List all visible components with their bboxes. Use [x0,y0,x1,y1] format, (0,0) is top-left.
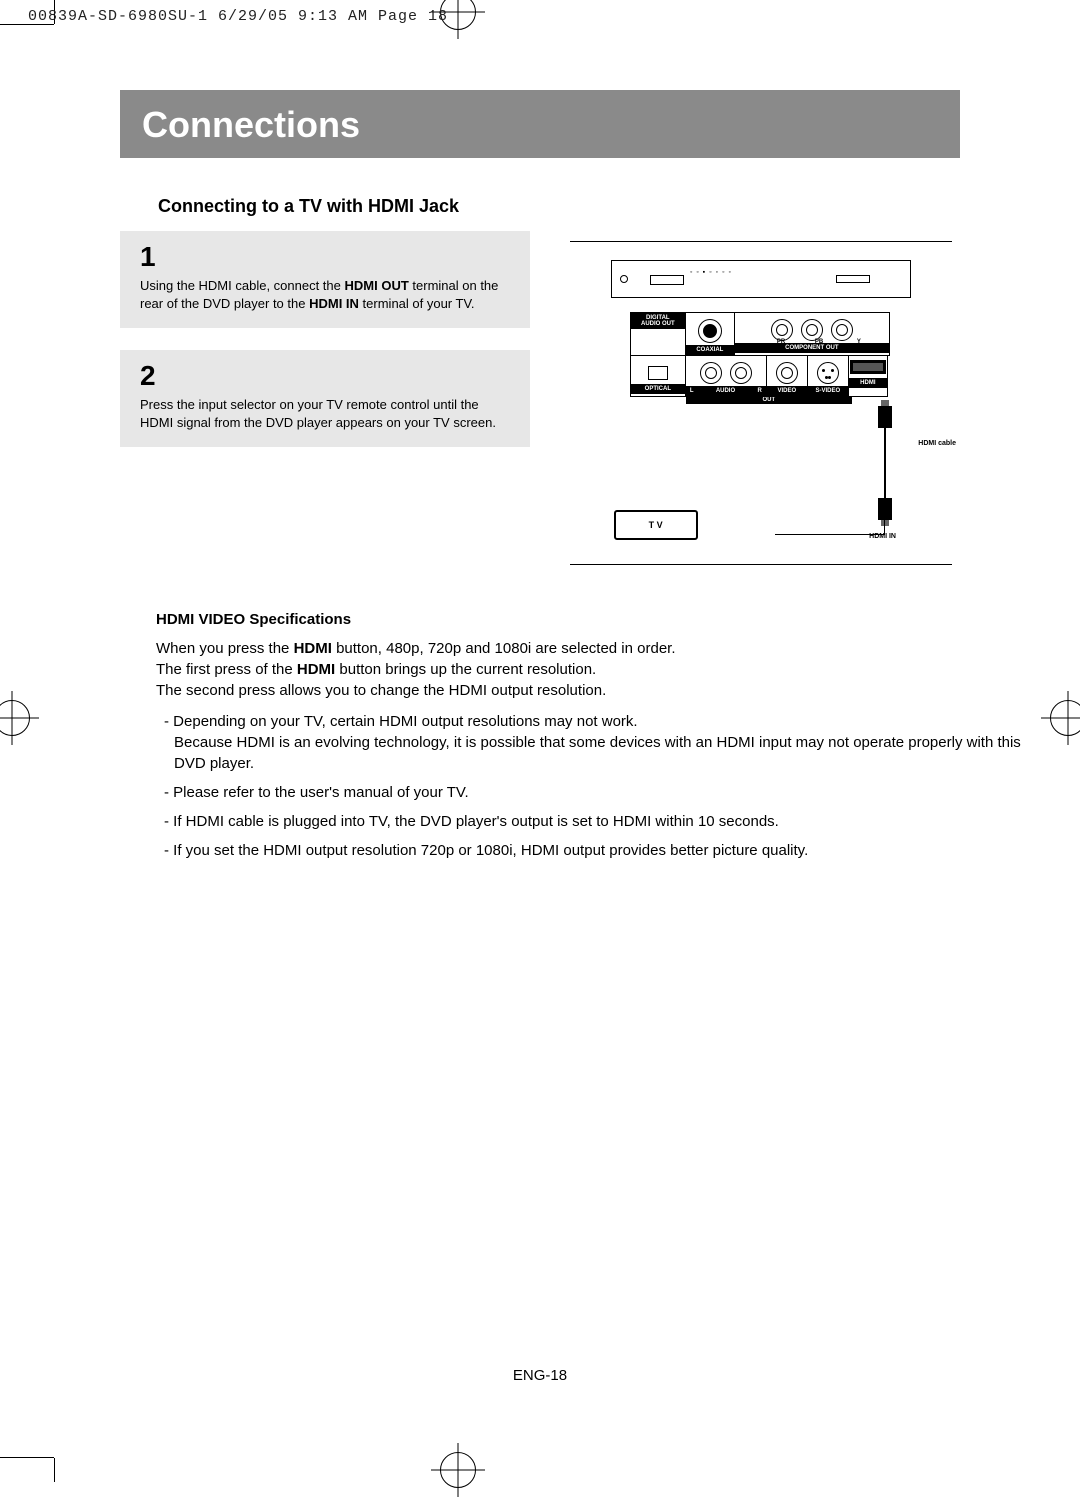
port-optical: OPTICAL [631,384,685,394]
port-video: VIDEO [767,386,807,396]
spec-title: HDMI VIDEO Specifications [156,609,1036,630]
component-y-jack-icon [831,319,853,341]
hdmi-cable-diagram: HDMI cable HDMI IN T V [570,410,952,540]
list-item: If you set the HDMI output resolution 72… [156,840,1036,861]
step-text: Press the input selector on your TV remo… [140,396,514,431]
svideo-jack-icon [817,362,839,384]
diagram-column: ◦ ◦ ▪ ◦ ◦ ◦ ◦ DIGITAL AUDIO OUT COAXIAL [550,231,960,575]
port-audio: L AUDIO R [686,386,766,396]
coaxial-jack-icon [698,319,722,343]
hdmi-plug-top-icon [878,406,892,428]
video-jack-icon [776,362,798,384]
hdmi-spec-section: HDMI VIDEO Specifications When you press… [156,609,1036,861]
hdmi-plug-bottom-icon [878,498,892,520]
audio-l-jack-icon [700,362,722,384]
port-coaxial: COAXIAL [686,345,734,355]
list-item: If HDMI cable is plugged into TV, the DV… [156,811,1036,832]
list-item: Depending on your TV, certain HDMI outpu… [156,711,1036,774]
label-pb: PB [815,339,823,345]
out-label: OUT [686,396,852,404]
hdmi-port-icon [850,360,886,374]
step-number: 1 [140,241,514,273]
page-footer: ENG-18 [0,1367,1080,1384]
step-number: 2 [140,360,514,392]
component-pr-jack-icon [771,319,793,341]
divider [570,564,952,565]
dvd-player-front-icon: ◦ ◦ ▪ ◦ ◦ ◦ ◦ [611,260,911,298]
label-pr: PR [777,339,785,345]
page-content: Connections Connecting to a TV with HDMI… [120,90,960,869]
hdmi-cable-label: HDMI cable [918,440,956,447]
port-svideo: S-VIDEO [808,386,848,396]
step-1: 1 Using the HDMI cable, connect the HDMI… [120,231,530,328]
audio-r-jack-icon [730,362,752,384]
print-header: 00839A-SD-6980SU-1 6/29/05 9:13 AM Page … [28,8,448,25]
subheading: Connecting to a TV with HDMI Jack [158,196,960,217]
port-hdmi: HDMI [849,378,887,388]
section-banner: Connections [120,90,960,158]
tv-box: T V [614,510,698,540]
step-text: Using the HDMI cable, connect the HDMI O… [140,277,514,312]
step-2: 2 Press the input selector on your TV re… [120,350,530,447]
spec-paragraph: When you press the HDMI button, 480p, 72… [156,638,1036,701]
spec-list: Depending on your TV, certain HDMI outpu… [156,711,1036,861]
port-digital-audio-out: DIGITAL AUDIO OUT [631,313,685,329]
connection-diagram: ◦ ◦ ▪ ◦ ◦ ◦ ◦ DIGITAL AUDIO OUT COAXIAL [570,242,952,540]
component-pb-jack-icon [801,319,823,341]
steps-column: 1 Using the HDMI cable, connect the HDMI… [120,231,530,575]
dvd-back-panel: DIGITAL AUDIO OUT COAXIAL [630,312,892,404]
optical-port-icon [648,366,668,380]
list-item: Please refer to the user's manual of you… [156,782,1036,803]
label-y: Y [857,339,861,345]
port-component-out: COMPONENT OUT [735,343,889,353]
